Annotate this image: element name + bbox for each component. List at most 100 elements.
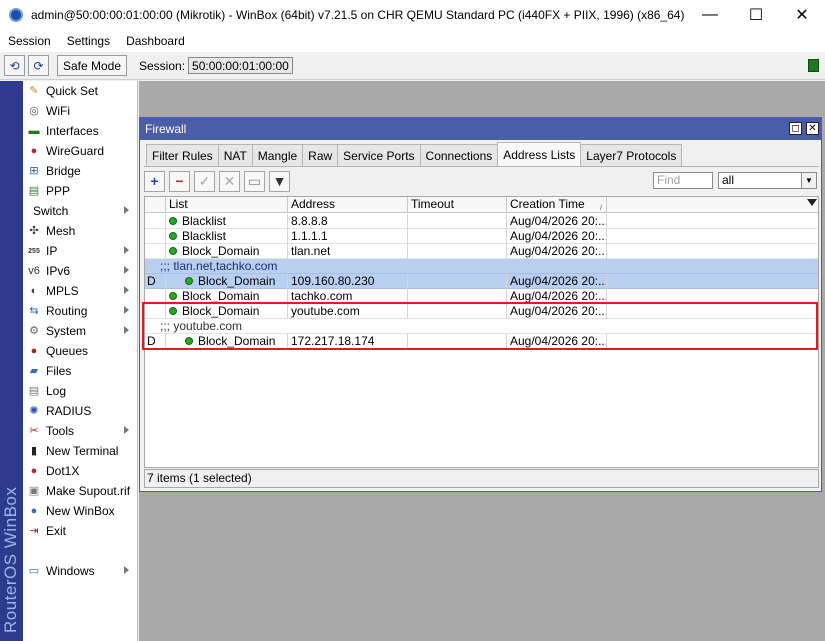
undo-button[interactable]: ⟲: [4, 55, 25, 76]
table-row[interactable]: Block_Domain tachko.com Aug/04/2026 20:...: [145, 289, 818, 304]
column-divider: [165, 274, 166, 289]
menu-settings[interactable]: Settings: [59, 34, 118, 48]
maximize-button[interactable]: ☐: [733, 0, 779, 30]
col-address[interactable]: Address: [288, 197, 408, 213]
sidebar-item-queues[interactable]: ● Queues: [23, 341, 137, 361]
minimize-button[interactable]: —: [687, 0, 733, 30]
disable-button[interactable]: ✕: [219, 170, 240, 192]
sidebar-item-windows[interactable]: ▭ Windows: [23, 561, 137, 581]
tab-mangle[interactable]: Mangle: [251, 144, 304, 166]
creation-time-cell: Aug/04/2026 20:...: [510, 304, 606, 318]
column-divider: [287, 304, 288, 319]
menu-session[interactable]: Session: [0, 34, 59, 48]
add-button[interactable]: +: [144, 170, 165, 192]
column-divider: [407, 214, 408, 229]
filter-button[interactable]: ▼: [269, 170, 290, 192]
chevron-down-icon[interactable]: ▼: [801, 173, 816, 188]
funnel-icon: ▼: [272, 173, 287, 189]
sidebar-item-dot1x[interactable]: ● Dot1X: [23, 461, 137, 481]
find-input[interactable]: Find: [653, 172, 713, 189]
table-row[interactable]: Blacklist 1.1.1.1 Aug/04/2026 20:...: [145, 229, 818, 244]
comment-row[interactable]: ;;; youtube.com: [145, 319, 818, 334]
flag-cell: D: [147, 334, 156, 348]
tab-filter-rules[interactable]: Filter Rules: [146, 144, 219, 166]
firewall-title-bar[interactable]: Firewall ◻ ✕: [140, 118, 821, 140]
sidebar-item-label: Switch: [33, 204, 69, 218]
sidebar-item-new-terminal[interactable]: ▮ New Terminal: [23, 441, 137, 461]
sidebar-item-ip[interactable]: 255 IP: [23, 241, 137, 261]
table-row[interactable]: Blacklist 8.8.8.8 Aug/04/2026 20:...: [145, 214, 818, 229]
table-row[interactable]: D Block_Domain 109.160.80.230 Aug/04/2026 2…: [145, 274, 818, 289]
sidebar-item-system[interactable]: ⚙ System: [23, 321, 137, 341]
files-icon: ▰: [29, 364, 39, 377]
enabled-status-icon: [169, 307, 177, 315]
enabled-status-icon: [169, 247, 177, 255]
menu-dashboard[interactable]: Dashboard: [118, 34, 193, 48]
x-icon: ✕: [223, 172, 236, 189]
session-field[interactable]: 50:00:00:01:00:00: [188, 57, 293, 74]
sidebar-item-ppp[interactable]: ▤ PPP: [23, 181, 137, 201]
col-flag[interactable]: [145, 197, 166, 213]
sidebar-item-exit[interactable]: ⇥ Exit: [23, 521, 137, 541]
sidebar-item-wireguard[interactable]: ● WireGuard: [23, 141, 137, 161]
restore-icon[interactable]: ◻: [789, 122, 802, 135]
remove-button[interactable]: −: [169, 170, 190, 192]
sidebar-item-ipv6[interactable]: v6 IPv6: [23, 261, 137, 281]
table-row[interactable]: Block_Domain youtube.com Aug/04/2026 20:..…: [145, 304, 818, 319]
sidebar-item-label: Bridge: [46, 164, 81, 178]
close-icon[interactable]: ✕: [806, 122, 819, 135]
column-divider: [606, 229, 607, 244]
list-filter-select[interactable]: all ▼: [718, 172, 817, 189]
sidebar-item-log[interactable]: ▤ Log: [23, 381, 137, 401]
table-row[interactable]: D Block_Domain 172.217.18.174 Aug/04/2026 2…: [145, 334, 818, 349]
comment-text: ;;; youtube.com: [160, 319, 243, 333]
column-divider: [165, 229, 166, 244]
tools-icon: ✂: [29, 424, 39, 437]
list-cell: Blacklist: [182, 229, 227, 243]
wireguard-icon: ●: [30, 144, 38, 157]
chevron-right-icon: [124, 566, 129, 574]
interfaces-icon: ▬: [28, 124, 40, 137]
mpls-icon: ◐: [30, 284, 38, 297]
tab-raw[interactable]: Raw: [302, 144, 339, 166]
tab-nat[interactable]: NAT: [217, 144, 253, 166]
col-timeout[interactable]: Timeout: [408, 197, 507, 213]
firewall-toolbar: + − ✓ ✕ ▭ ▼: [144, 170, 294, 192]
sidebar-item-quick-set[interactable]: ✎ Quick Set: [23, 81, 137, 101]
sidebar-item-mesh[interactable]: ✣ Mesh: [23, 221, 137, 241]
sidebar-item-switch[interactable]: Switch: [23, 201, 137, 221]
sidebar-item-interfaces[interactable]: ▬ Interfaces: [23, 121, 137, 141]
column-divider: [506, 244, 507, 259]
sidebar-item-files[interactable]: ▰ Files: [23, 361, 137, 381]
comment-row[interactable]: ;;; tlan.net,tachko.com: [145, 259, 818, 274]
sidebar-item-make-supout-rif[interactable]: ▣ Make Supout.rif: [23, 481, 137, 501]
radius-icon: ✺: [29, 404, 39, 417]
column-divider: [407, 274, 408, 289]
sidebar-item-routing[interactable]: ⇆ Routing: [23, 301, 137, 321]
redo-button[interactable]: ⟳: [28, 55, 49, 76]
column-divider: [287, 214, 288, 229]
col-list[interactable]: List: [166, 197, 288, 213]
sidebar-item-label: System: [46, 324, 87, 338]
sidebar-item-label: MPLS: [46, 284, 79, 298]
sidebar-item-label: RADIUS: [46, 404, 92, 418]
sidebar-item-radius[interactable]: ✺ RADIUS: [23, 401, 137, 421]
tab-connections[interactable]: Connections: [419, 144, 499, 166]
safe-mode-button[interactable]: Safe Mode: [57, 55, 127, 76]
col-creation-time[interactable]: Creation Time /: [507, 197, 607, 213]
tab-service-ports[interactable]: Service Ports: [337, 144, 421, 166]
enable-button[interactable]: ✓: [194, 170, 215, 192]
sidebar-item-tools[interactable]: ✂ Tools: [23, 421, 137, 441]
column-menu-icon[interactable]: [807, 199, 817, 206]
sidebar-item-wifi[interactable]: ◎ WiFi: [23, 101, 137, 121]
tab-layer7-protocols[interactable]: Layer7 Protocols: [580, 144, 683, 166]
close-button[interactable]: ✕: [779, 0, 825, 30]
table-row[interactable]: Block_Domain tlan.net Aug/04/2026 20:...: [145, 244, 818, 259]
tab-address-lists[interactable]: Address Lists: [497, 142, 582, 166]
comment-button[interactable]: ▭: [244, 170, 265, 192]
column-divider: [407, 304, 408, 319]
sidebar-item-bridge[interactable]: ⊞ Bridge: [23, 161, 137, 181]
sidebar-item-mpls[interactable]: ◐ MPLS: [23, 281, 137, 301]
sidebar-item-new-winbox[interactable]: ● New WinBox: [23, 501, 137, 521]
sidebar-menu: ✎ Quick Set ◎ WiFi ▬ Interfaces ● WireGuard ⊞ Bri…: [23, 81, 138, 641]
